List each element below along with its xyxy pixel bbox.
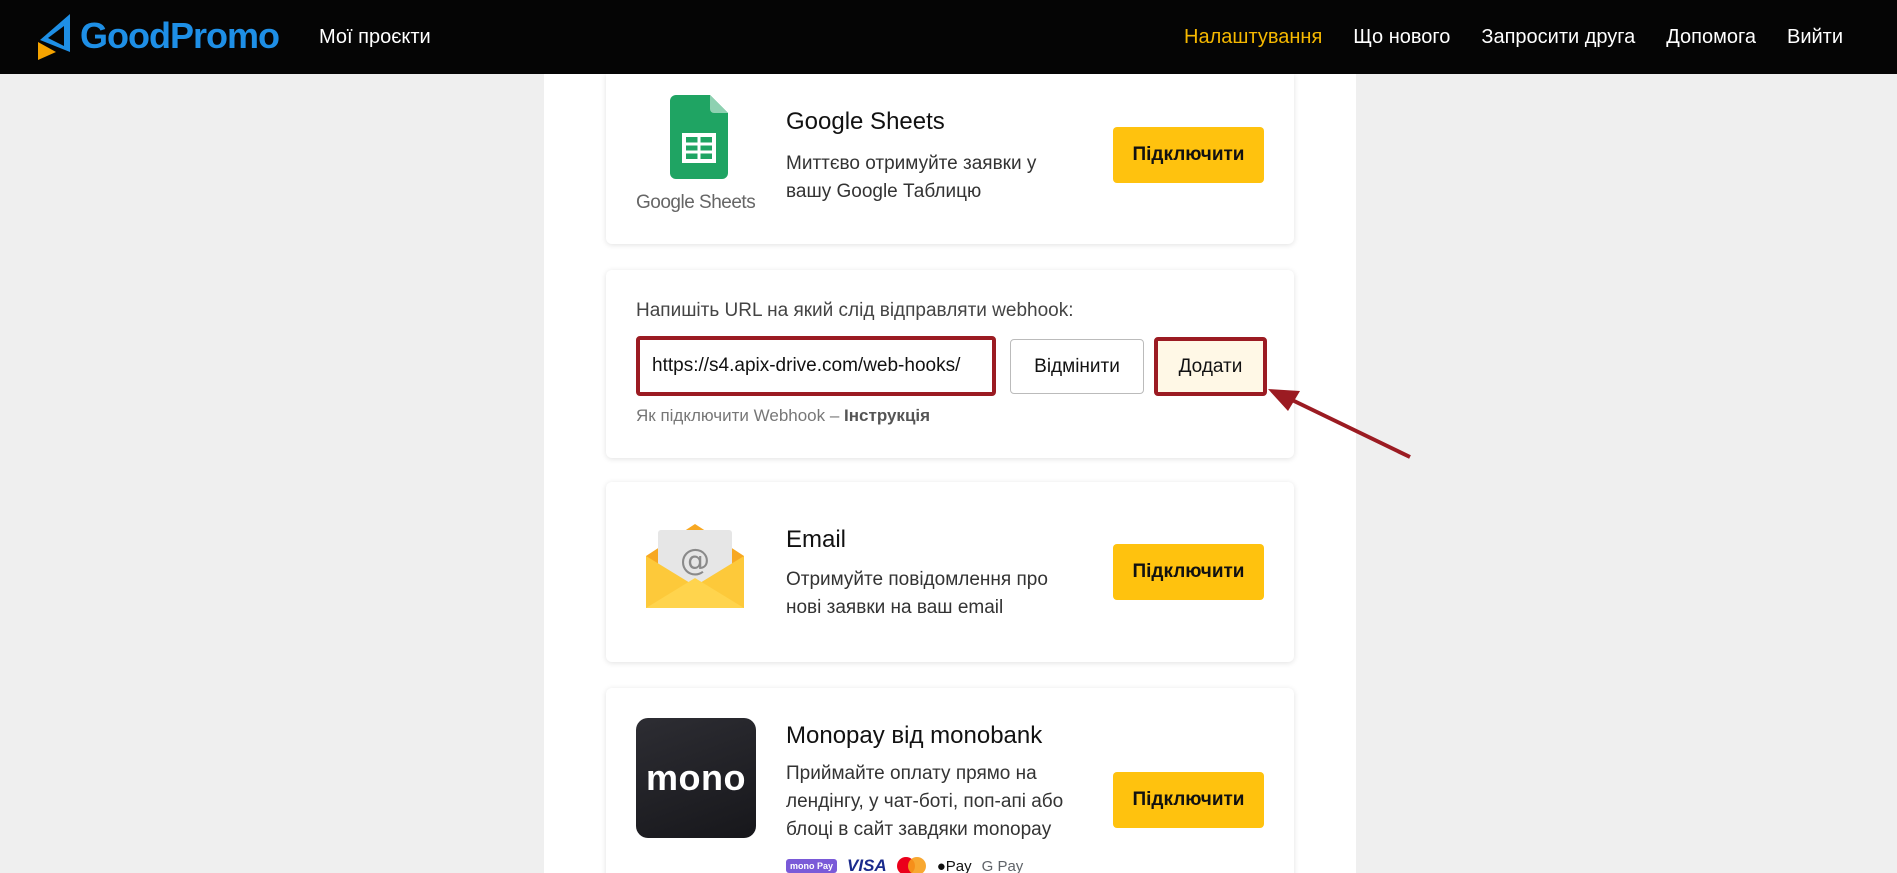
google-sheets-description: Миттєво отримуйте заявки у вашу Google Т… <box>786 153 1037 202</box>
email-connect-button[interactable]: Підключити <box>1113 544 1264 600</box>
email-card: @ Email Отримуйте повідомлення про нові … <box>606 482 1294 662</box>
webhook-help-text: Як підключити Webhook – <box>636 406 845 425</box>
email-envelope-icon: @ <box>646 524 744 608</box>
svg-text:@: @ <box>680 543 710 578</box>
email-title: Email <box>786 526 847 553</box>
google-sheets-title: Google Sheets <box>786 108 945 135</box>
nav-settings[interactable]: Налаштування <box>1184 26 1322 49</box>
webhook-url-label: Напишіть URL на який слід відправляти we… <box>636 300 1074 321</box>
main-nav: Налаштування Що нового Запросити друга Д… <box>1153 0 1843 74</box>
top-navigation-bar: GoodPromo Мої проєкти Налаштування Що но… <box>0 0 1897 74</box>
monopay-connect-button[interactable]: Підключити <box>1113 772 1264 828</box>
nav-whats-new[interactable]: Що нового <box>1353 26 1450 49</box>
mastercard-icon <box>896 857 927 873</box>
webhook-instruction-link[interactable]: Інструкція <box>844 406 930 425</box>
nav-help[interactable]: Допомога <box>1666 26 1756 49</box>
apple-pay-label: Pay <box>945 857 972 873</box>
visa-icon: VISA <box>847 856 887 873</box>
google-pay-icon: G Pay <box>981 857 1024 873</box>
nav-invite-friend[interactable]: Запросити друга <box>1481 26 1635 49</box>
annotation-arrow-icon <box>1268 389 1411 459</box>
google-sheets-icon <box>670 95 728 179</box>
mono-logo-text: mono <box>646 757 746 798</box>
webhook-card: Напишіть URL на який слід відправляти we… <box>606 270 1294 458</box>
brand-name: GoodPromo <box>80 15 280 56</box>
monopay-description: Приймайте оплату прямо на лендінгу, у ча… <box>786 763 1064 840</box>
apple-pay-icon: ●Pay <box>937 858 972 873</box>
monopay-title: Monopay від monobank <box>786 722 1043 749</box>
my-projects-link[interactable]: Мої проєкти <box>319 0 431 74</box>
google-sheets-logo-caption: Google Sheets <box>636 192 756 213</box>
nav-logout[interactable]: Вийти <box>1787 26 1843 49</box>
webhook-help: Як підключити Webhook – Інструкція <box>636 406 930 426</box>
apple-logo-icon: ● <box>936 857 946 873</box>
monobank-logo: mono <box>636 718 756 838</box>
logo-mark-icon <box>38 14 70 60</box>
cancel-button[interactable]: Відмінити <box>1010 339 1144 394</box>
monopay-card: mono Monopay від monobank Приймайте опла… <box>606 688 1294 873</box>
integrations-column: Google Sheets Google Sheets Миттєво отри… <box>544 74 1356 873</box>
payment-methods: mono Pay VISA ●Pay G Pay <box>786 856 1023 873</box>
google-sheets-card: Google Sheets Google Sheets Миттєво отри… <box>606 74 1294 244</box>
goodpromo-logo[interactable]: GoodPromo <box>36 12 280 60</box>
email-description: Отримуйте повідомлення про нові заявки н… <box>786 569 1048 618</box>
add-button[interactable]: Додати <box>1154 337 1267 396</box>
webhook-url-input[interactable] <box>636 336 996 396</box>
google-sheets-connect-button[interactable]: Підключити <box>1113 127 1264 183</box>
monopay-badge-icon: mono Pay <box>786 859 838 873</box>
